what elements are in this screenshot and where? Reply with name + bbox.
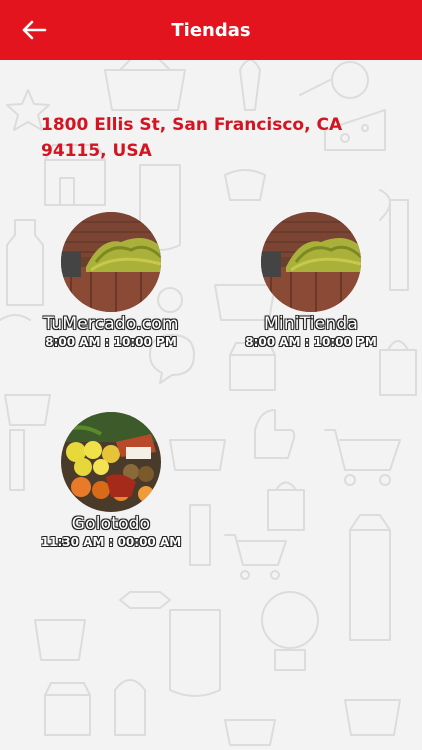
- store-card-tumercado[interactable]: TuMercado.com 8:00 AM : 10:00 PM: [31, 212, 191, 349]
- store-card-minitienda[interactable]: MiniTienda 8:00 AM : 10:00 PM: [231, 212, 391, 349]
- store-name: MiniTienda: [264, 314, 358, 334]
- app-header: Tiendas: [0, 0, 422, 60]
- store-hours: 8:00 AM : 10:00 PM: [45, 335, 177, 349]
- page-title: Tiendas: [171, 19, 251, 41]
- store-image: [61, 412, 161, 512]
- store-name: TuMercado.com: [43, 314, 179, 334]
- store-image: [261, 212, 361, 312]
- store-name: Golotodo: [71, 514, 151, 534]
- store-card-golotodo[interactable]: Golotodo 11:30 AM : 00:00 AM: [31, 412, 191, 549]
- store-hours: 8:00 AM : 10:00 PM: [245, 335, 377, 349]
- arrow-left-icon: [22, 20, 47, 40]
- store-image: [61, 212, 161, 312]
- store-hours: 11:30 AM : 00:00 AM: [40, 535, 182, 549]
- delivery-address[interactable]: 1800 Ellis St, San Francisco, CA 94115, …: [41, 112, 411, 164]
- back-button[interactable]: [14, 14, 54, 46]
